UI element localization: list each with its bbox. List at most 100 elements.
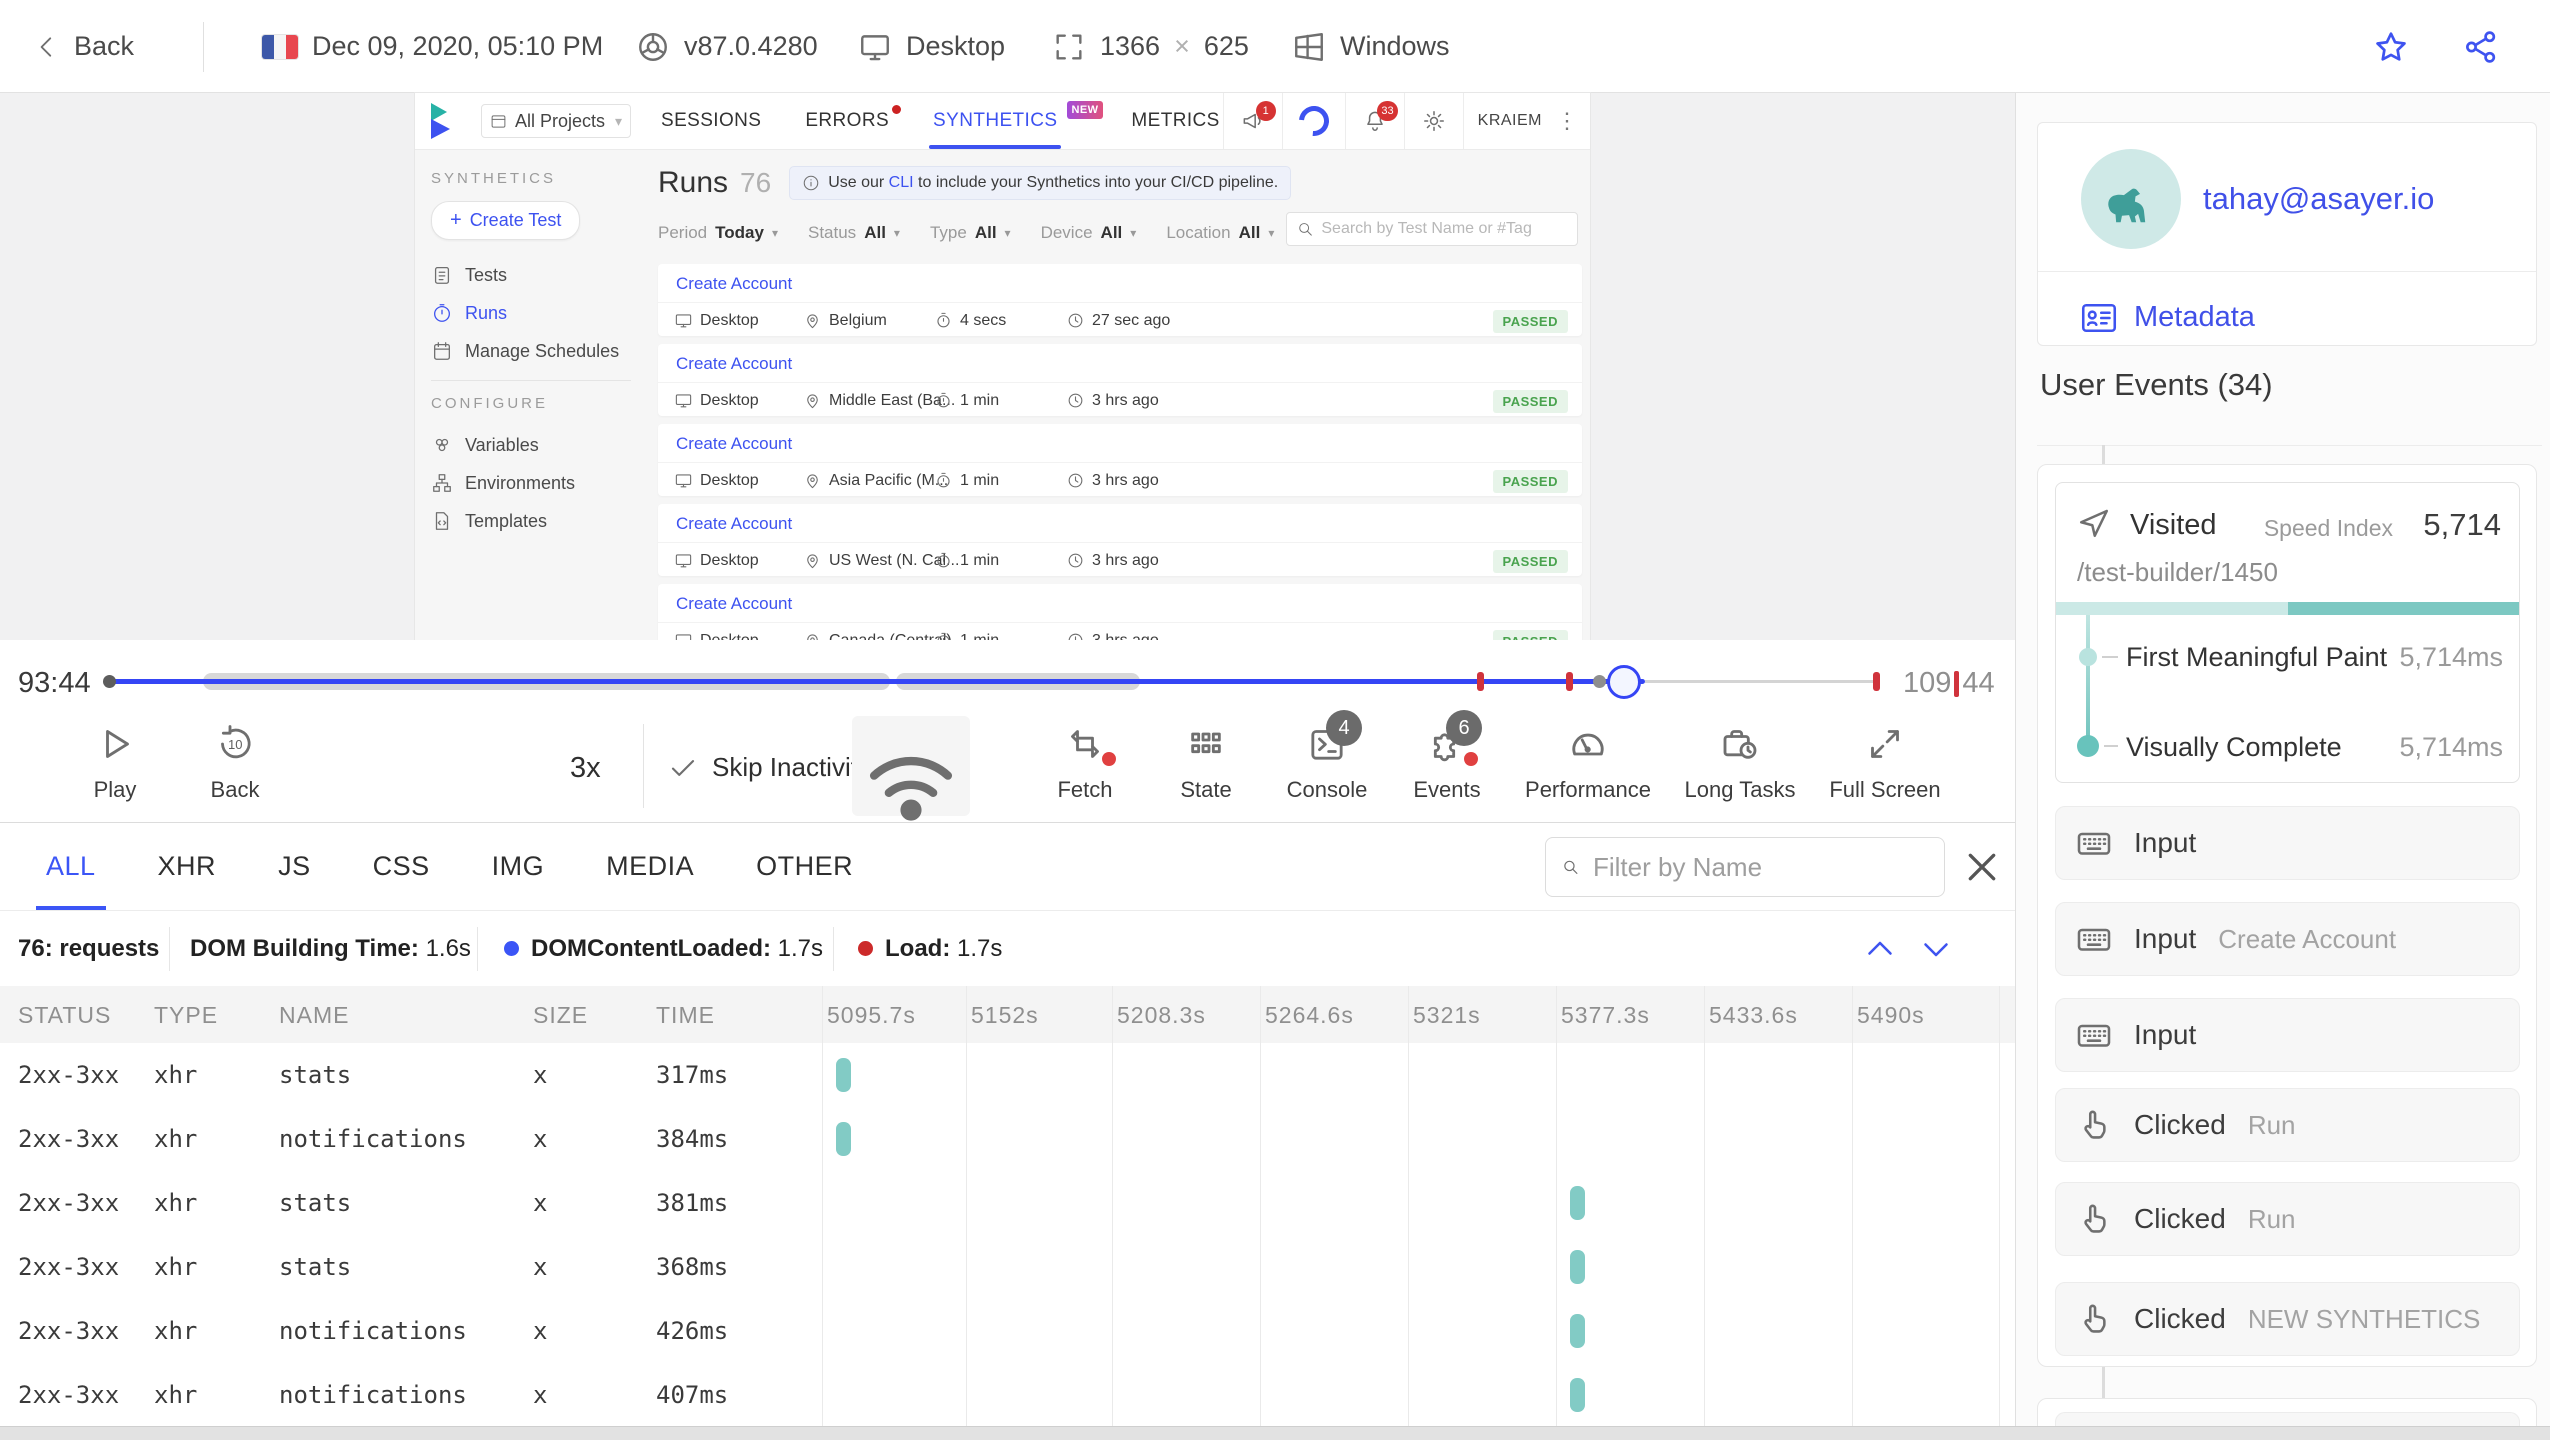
end-red-tick: [1954, 670, 1960, 697]
network-table-rows: 2xx-3xx xhr stats x 317ms 2xx-3xx xhr no…: [0, 1043, 2015, 1427]
close-icon[interactable]: [1962, 847, 2002, 887]
net-tab-other[interactable]: OTHER: [756, 823, 853, 910]
network-request-row[interactable]: 2xx-3xx xhr stats x 317ms: [0, 1043, 2015, 1107]
timeline-played-track[interactable]: [108, 679, 1645, 684]
sidebar-item-templates[interactable]: Templates: [431, 502, 650, 540]
sidebar-item-manage-schedules[interactable]: Manage Schedules: [431, 332, 650, 370]
session-country: Dec 09, 2020, 05:10 PM: [262, 0, 603, 93]
run-card[interactable]: Create Account Desktop Middle East (Ba..…: [658, 344, 1582, 416]
panel-long-tasks-button[interactable]: Long Tasks: [1675, 724, 1805, 803]
clicked-event-card[interactable]: Clicked NEW SYNTHETICS: [2055, 1282, 2520, 1356]
run-name-link[interactable]: Create Account: [658, 504, 1582, 534]
net-tab-js[interactable]: JS: [278, 823, 311, 910]
test-search-input[interactable]: [1286, 212, 1578, 246]
play-button[interactable]: Play: [50, 724, 180, 803]
panel-fetch-button[interactable]: Fetch: [1020, 724, 1150, 803]
net-tab-all[interactable]: ALL: [36, 823, 106, 910]
network-request-row[interactable]: 2xx-3xx xhr notifications x 426ms: [0, 1299, 2015, 1363]
tab-sessions[interactable]: SESSIONS: [661, 93, 761, 149]
network-request-row[interactable]: 2xx-3xx xhr notifications x 407ms: [0, 1363, 2015, 1427]
full-screen-button[interactable]: Full Screen: [1820, 724, 1950, 803]
clicked-event-card[interactable]: Clicked Run: [2055, 1182, 2520, 1256]
tab-metrics[interactable]: METRICS: [1131, 93, 1219, 149]
input-event-card[interactable]: Input: [2055, 998, 2520, 1072]
favorite-star-icon[interactable]: [2372, 28, 2410, 66]
sidebar-item-environments[interactable]: Environments: [431, 464, 650, 502]
user-menu[interactable]: KRAIEM: [1464, 112, 1556, 130]
run-card[interactable]: Create Account Desktop Asia Pacific (M..…: [658, 424, 1582, 496]
filter-location[interactable]: Location All ▾: [1166, 223, 1274, 243]
run-card[interactable]: Create Account Desktop Canada (Central) …: [658, 584, 1582, 640]
net-tab-media[interactable]: MEDIA: [606, 823, 694, 910]
chevron-down-icon: ▾: [1004, 226, 1011, 240]
skip-inactivity-toggle[interactable]: Skip Inactivity: [668, 752, 871, 783]
panel-console-button[interactable]: 4 Console: [1262, 710, 1392, 803]
environments-icon: [433, 474, 451, 492]
sidebar-item-tests[interactable]: Tests: [431, 256, 650, 294]
panel-performance-button[interactable]: Performance: [1523, 724, 1653, 803]
network-filter-field[interactable]: [1593, 851, 1928, 883]
project-selector[interactable]: All Projects ▾: [481, 104, 631, 138]
run-name-link[interactable]: Create Account: [658, 344, 1582, 374]
tab-synthetics[interactable]: SYNTHETICS NEW: [929, 93, 1104, 149]
timeline-knob[interactable]: [1607, 665, 1641, 699]
test-search-field[interactable]: [1321, 220, 1567, 238]
filter-status[interactable]: Status All ▾: [808, 223, 900, 243]
user-events-title: User Events (34): [2040, 367, 2273, 402]
run-name-link[interactable]: Create Account: [658, 264, 1582, 294]
run-name-link[interactable]: Create Account: [658, 584, 1582, 614]
sidebar-item-runs[interactable]: Runs: [431, 294, 650, 332]
user-email-link[interactable]: tahay@asayer.io: [2203, 181, 2434, 217]
net-tab-css[interactable]: CSS: [373, 823, 430, 910]
navigate-icon: [2079, 509, 2109, 538]
playback-timeline[interactable]: 93:44 109 44: [0, 640, 2015, 710]
device-label: Desktop: [906, 31, 1006, 61]
run-card[interactable]: Create Account Desktop Belgium 4 secs 27…: [658, 264, 1582, 336]
back-10s-button[interactable]: 10 Back: [170, 724, 300, 803]
filter-period[interactable]: Period Today ▾: [658, 223, 778, 243]
back-button[interactable]: Back: [34, 0, 134, 93]
timeline-remaining-track[interactable]: [1645, 680, 1878, 683]
divider: [431, 380, 631, 381]
network-request-row[interactable]: 2xx-3xx xhr stats x 368ms: [0, 1235, 2015, 1299]
jump-next-icon[interactable]: [1918, 931, 1954, 967]
back-label: Back: [74, 31, 135, 61]
panel-state-button[interactable]: State: [1141, 724, 1271, 803]
status-badge: PASSED: [1492, 310, 1568, 333]
announcements-button[interactable]: 1: [1224, 93, 1282, 149]
tab-errors[interactable]: ERRORS: [805, 93, 902, 149]
filter-device[interactable]: Device All ▾: [1041, 223, 1137, 243]
kebab-menu-icon[interactable]: ⋮: [1556, 108, 1590, 134]
net-tab-xhr[interactable]: XHR: [158, 823, 217, 910]
network-panel: ALL XHR JS CSS IMG MEDIA OTHER 76: requests DO…: [0, 822, 2015, 1426]
settings-button[interactable]: [1405, 93, 1463, 149]
clock-icon: [1068, 393, 1083, 408]
share-icon[interactable]: [2462, 28, 2500, 66]
notifications-button[interactable]: 33: [1346, 93, 1404, 149]
net-tab-img[interactable]: IMG: [492, 823, 545, 910]
metadata-button[interactable]: Metadata: [2080, 301, 2255, 334]
network-request-row[interactable]: 2xx-3xx xhr stats x 381ms: [0, 1171, 2015, 1235]
create-test-button[interactable]: + Create Test: [431, 201, 581, 240]
filter-type[interactable]: Type All ▾: [930, 223, 1011, 243]
horizontal-scrollbar[interactable]: [0, 1426, 2550, 1440]
network-filter-input[interactable]: [1545, 837, 1945, 897]
visited-event-card[interactable]: Visited Speed Index 5,714 /test-builder/…: [2055, 482, 2520, 783]
jump-previous-icon[interactable]: [1862, 931, 1898, 967]
input-event-card[interactable]: Input Create Account: [2055, 902, 2520, 976]
panel-network-button[interactable]: Network: [852, 716, 970, 880]
fetch-red-dot: [1102, 752, 1116, 766]
speed-index-value: 5,714: [2423, 507, 2501, 542]
sidebar-item-variables[interactable]: Variables: [431, 426, 650, 464]
cli-link[interactable]: CLI: [889, 174, 914, 191]
monitor-icon: [675, 634, 692, 640]
input-event-card[interactable]: Input: [2055, 806, 2520, 880]
run-name-link[interactable]: Create Account: [658, 424, 1582, 454]
playback-speed[interactable]: 3x: [570, 752, 601, 785]
panel-events-button[interactable]: 6 Events: [1382, 710, 1512, 803]
clock-icon: [1068, 473, 1083, 488]
timeline-connector: [2102, 1367, 2105, 1398]
clicked-event-card[interactable]: Clicked Run: [2055, 1088, 2520, 1162]
network-request-row[interactable]: 2xx-3xx xhr notifications x 384ms: [0, 1107, 2015, 1171]
run-card[interactable]: Create Account Desktop US West (N. Cal..…: [658, 504, 1582, 576]
